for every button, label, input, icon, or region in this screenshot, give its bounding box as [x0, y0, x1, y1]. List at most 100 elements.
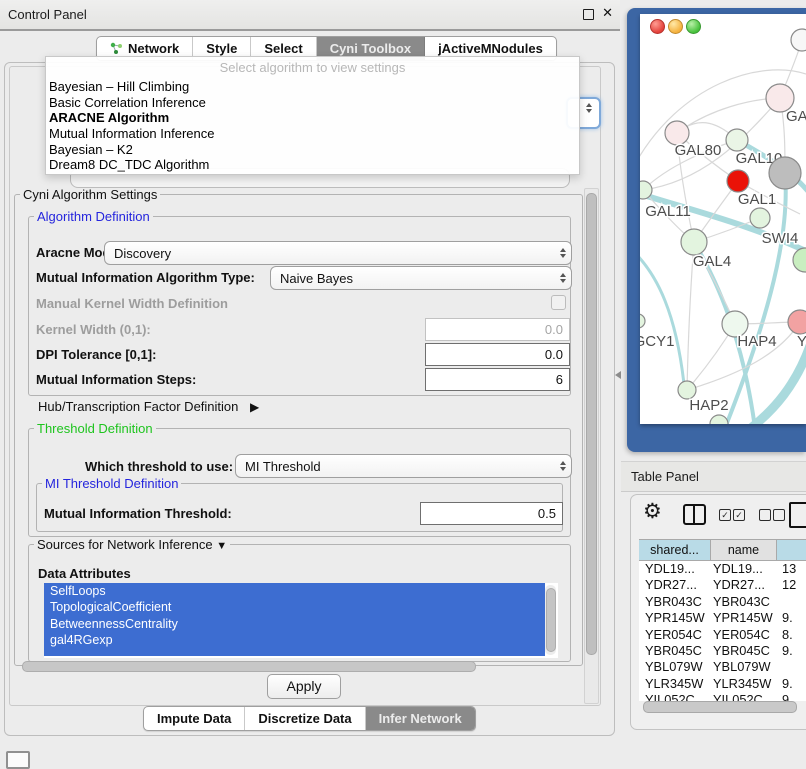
scrollbar-thumb[interactable] [586, 193, 597, 655]
gear-icon[interactable]: ⚙ [643, 499, 662, 524]
node-label: GAL11 [645, 203, 691, 220]
mi-threshold-field[interactable]: 0.5 [420, 502, 563, 525]
algorithm-option[interactable]: Dream8 DC_TDC Algorithm [46, 157, 579, 173]
table-row[interactable]: YBL079WYBL079W [639, 659, 806, 675]
network-node[interactable] [710, 415, 728, 424]
minimize-traffic-light[interactable] [668, 19, 683, 34]
expand-arrow-icon[interactable]: ▶ [250, 400, 259, 414]
table-row[interactable]: YDL19...YDL19...13 [639, 561, 806, 577]
network-view-window[interactable]: GALGAL80GAL10GAL1SWI4GAL11GAL4GCY1HAP4YH… [627, 8, 806, 452]
tab-discretize-data[interactable]: Discretize Data [245, 707, 365, 730]
hub-definition-label: Hub/Transcription Factor Definition [38, 399, 238, 414]
column-header[interactable] [777, 540, 806, 560]
panel-title: Control Panel [8, 7, 87, 22]
mi-steps-label: Mutual Information Steps: [36, 372, 196, 387]
table-cell: YDR27... [711, 577, 777, 593]
columns-icon[interactable] [683, 504, 706, 525]
attribute-item[interactable]: gal4RGexp [44, 632, 545, 648]
scrollbar-thumb[interactable] [546, 588, 556, 652]
network-node[interactable] [769, 157, 801, 189]
table-cell: YDR27... [639, 577, 711, 593]
table-cell: 9. [777, 692, 806, 701]
network-node-y[interactable] [788, 310, 806, 334]
select-all-checkbox-icon[interactable]: ✓ [719, 509, 731, 521]
network-node[interactable] [791, 29, 806, 51]
control-panel-titlebar: Control Panel ✕ [0, 0, 620, 31]
deselect-all-checkbox-icon[interactable] [773, 509, 785, 521]
network-node-gal1[interactable] [750, 208, 770, 228]
aracne-mode-select[interactable]: Discovery [104, 241, 572, 265]
hub-definition-toggle[interactable]: Hub/Transcription Factor Definition ▶ [38, 399, 259, 414]
algorithm-option[interactable]: ARACNE Algorithm [46, 110, 579, 126]
network-node[interactable] [793, 248, 806, 272]
attribute-item[interactable] [44, 648, 545, 656]
algorithm-option[interactable]: Basic Correlation Inference [46, 95, 579, 111]
deselect-all-checkbox-icon[interactable] [759, 509, 771, 521]
algorithm-option[interactable]: Bayesian – Hill Climbing [46, 79, 579, 95]
float-panel-icon[interactable] [583, 9, 594, 20]
table-row[interactable]: YDR27...YDR27...12 [639, 577, 806, 593]
table-row[interactable]: YBR043CYBR043C [639, 594, 806, 610]
select-all-checkbox-icon[interactable]: ✓ [733, 509, 745, 521]
close-traffic-light[interactable] [650, 19, 665, 34]
form-vertical-scrollbar[interactable] [584, 188, 599, 704]
mi-threshold-label: Mutual Information Threshold: [44, 506, 232, 521]
table-horizontal-scrollbar[interactable] [637, 701, 801, 713]
node-label: Y [797, 333, 806, 350]
table-row[interactable]: YPR145WYPR145W9. [639, 610, 806, 626]
table-row[interactable]: YLR345WYLR345W9. [639, 676, 806, 692]
manual-kernel-checkbox[interactable] [551, 295, 566, 310]
table-row[interactable]: YBR045CYBR045C9. [639, 643, 806, 659]
close-icon[interactable]: ✕ [602, 5, 613, 21]
nodes-layer: GALGAL80GAL10GAL1SWI4GAL11GAL4GCY1HAP4YH… [640, 29, 806, 424]
collapse-arrow-icon[interactable]: ▼ [216, 540, 227, 552]
dpi-tolerance-label: DPI Tolerance [0,1]: [36, 347, 156, 362]
tab-impute-data[interactable]: Impute Data [144, 707, 245, 730]
tab-infer-network[interactable]: Infer Network [366, 707, 475, 730]
zoom-traffic-light[interactable] [686, 19, 701, 34]
cyni-bottom-tabs: Impute DataDiscretize DataInfer Network [143, 706, 476, 731]
dropdown-placeholder: Select algorithm to view settings [46, 57, 579, 79]
table-row[interactable]: YER054CYER054C8. [639, 627, 806, 643]
kernel-width-field[interactable]: 0.0 [425, 318, 570, 341]
attribute-item[interactable]: SelfLoops [44, 583, 545, 599]
network-node-gal10[interactable] [726, 129, 748, 151]
network-icon [110, 42, 123, 55]
mi-steps-field[interactable]: 6 [425, 368, 570, 391]
table-cell: YLR345W [711, 676, 777, 692]
table-row[interactable]: YIL052CYIL052C9. [639, 692, 806, 701]
scrollbar-thumb[interactable] [643, 701, 797, 713]
node-label: GAL1 [738, 191, 776, 208]
network-node-gal11[interactable] [640, 181, 652, 199]
dpi-tolerance-field[interactable]: 0.0 [425, 343, 570, 366]
data-attributes-label: Data Attributes [38, 566, 131, 581]
network-graph: GALGAL80GAL10GAL1SWI4GAL11GAL4GCY1HAP4YH… [640, 14, 806, 424]
algorithm-dropdown: Select algorithm to view settings Bayesi… [45, 56, 580, 175]
which-threshold-select[interactable]: MI Threshold [235, 454, 572, 478]
node-label: SWI4 [762, 230, 799, 247]
column-header[interactable]: shared... [639, 540, 711, 560]
algorithm-option[interactable]: Bayesian – K2 [46, 142, 579, 158]
network-node[interactable] [727, 170, 749, 192]
minimized-panel-icon[interactable] [6, 751, 30, 769]
mi-threshold-title: MI Threshold Definition [42, 476, 181, 491]
algorithm-option[interactable]: Mutual Information Inference [46, 126, 579, 142]
scrollbar-thumb[interactable] [22, 661, 476, 672]
form-horizontal-scrollbar[interactable] [14, 661, 580, 672]
function-builder-icon[interactable] [789, 502, 806, 528]
network-node-gcy1[interactable] [640, 314, 645, 328]
tab-label: jActiveMNodules [438, 41, 543, 56]
table-cell: 8. [777, 627, 806, 643]
attribute-item[interactable]: BetweennessCentrality [44, 616, 545, 632]
table-header-row: shared...name [639, 539, 806, 561]
network-node-gal4[interactable] [681, 229, 707, 255]
column-header[interactable]: name [711, 540, 777, 560]
network-canvas[interactable]: GALGAL80GAL10GAL1SWI4GAL11GAL4GCY1HAP4YH… [640, 14, 806, 424]
apply-button[interactable]: Apply [267, 674, 341, 699]
list-scrollbar[interactable] [545, 585, 556, 655]
mi-type-select[interactable]: Naive Bayes [270, 266, 572, 290]
table-cell: YER054C [639, 627, 711, 643]
attribute-item[interactable]: TopologicalCoefficient [44, 599, 545, 615]
splitter-collapse-icon[interactable] [615, 371, 621, 379]
table-panel-titlebar: Table Panel [621, 461, 806, 492]
